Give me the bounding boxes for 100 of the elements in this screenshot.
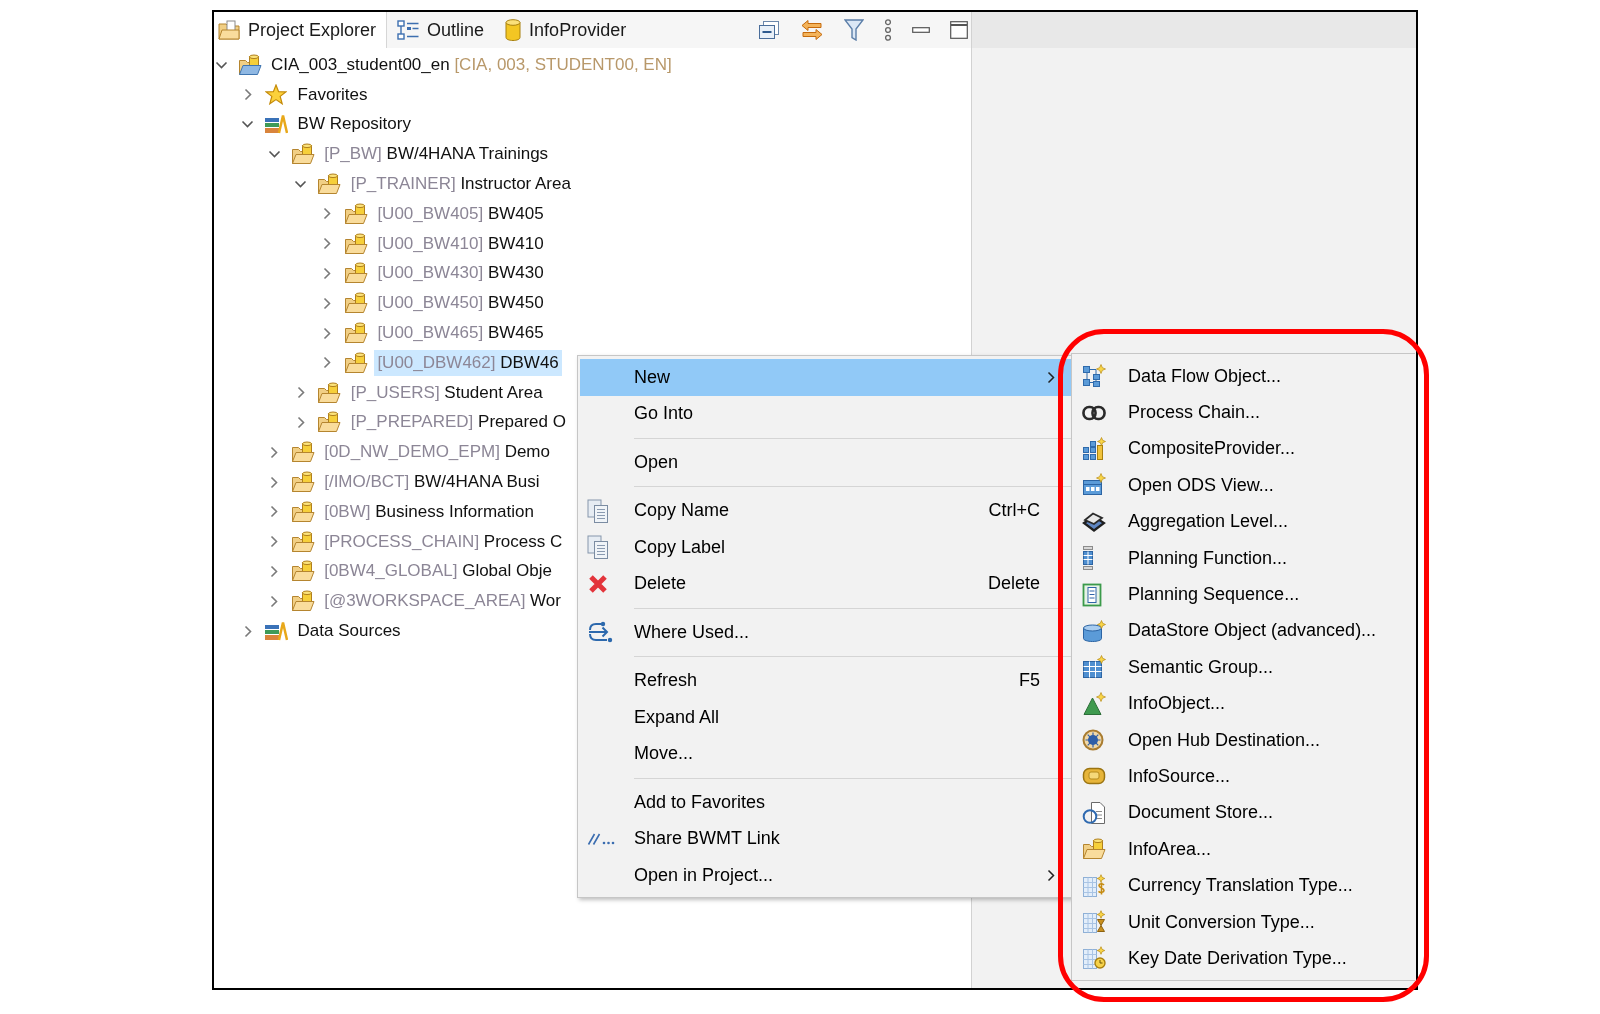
chain-icon [1082, 404, 1106, 421]
menu-item[interactable]: CompositeProvider... [1072, 430, 1415, 468]
chevron-right-icon[interactable] [296, 415, 305, 429]
chevron-down-icon[interactable] [214, 60, 228, 69]
tree-item-label[interactable]: [/IMO/BCT] BW/4HANA Busi [321, 469, 543, 496]
menu-item[interactable]: Share BWMT Link [580, 820, 1072, 857]
table-hourglass-icon [1082, 910, 1106, 935]
menu-item[interactable]: Copy Name Ctrl+C [580, 492, 1072, 529]
folder-database-icon [343, 232, 368, 255]
more-icon[interactable] [884, 19, 892, 41]
menu-item[interactable]: Add to Favorites [580, 784, 1072, 821]
chevron-right-icon[interactable] [296, 386, 305, 400]
tree-item-label[interactable]: [@3WORKSPACE_AREA] Wor [321, 588, 564, 615]
chevron-right-icon[interactable] [243, 88, 252, 102]
menu-item[interactable]: Copy Label [580, 529, 1072, 566]
tree-item-label[interactable]: Favorites [294, 81, 371, 108]
menu-item[interactable]: Data Flow Object... [1072, 358, 1415, 395]
tab[interactable]: InfoProvider [495, 12, 638, 48]
tree-item-label[interactable]: [U00_BW450] BW450 [374, 290, 547, 317]
chevron-right-icon[interactable] [270, 564, 279, 578]
swap-arrows-icon[interactable] [800, 19, 824, 41]
menu-item[interactable]: InfoObject... [1072, 685, 1415, 722]
menu-item[interactable]: Currency Translation Type... [1072, 867, 1415, 904]
filter-icon[interactable] [844, 19, 864, 41]
tree-item-label[interactable]: [P_PREPARED] Prepared O [347, 409, 569, 436]
star-ring-icon [1082, 729, 1104, 752]
star-icon [265, 84, 288, 106]
collapse-icon[interactable] [758, 20, 780, 40]
folder-database-icon [317, 173, 342, 196]
chevron-right-icon[interactable] [323, 356, 332, 370]
folder-database-icon [290, 441, 315, 464]
chevron-right-icon[interactable] [323, 296, 332, 310]
tree-item-label[interactable]: [U00_DBW462] DBW46 [374, 349, 562, 376]
folder-database-icon [317, 381, 342, 404]
menu-item[interactable]: Semantic Group... [1072, 649, 1415, 686]
tree-item-label[interactable]: [P_TRAINER] Instructor Area [347, 171, 574, 198]
chevron-right-icon[interactable] [270, 475, 279, 489]
tree-item-label[interactable]: [0BW] Business Information [321, 498, 537, 525]
chevron-right-icon[interactable] [270, 535, 279, 549]
menu-item[interactable]: Open in Project... [580, 857, 1072, 894]
menu-item[interactable]: Open Hub Destination... [1072, 721, 1415, 759]
chevron-right-icon[interactable] [323, 207, 332, 221]
document-circle-icon [1082, 800, 1106, 825]
copy-icon [587, 535, 609, 560]
menu-item[interactable]: Planning Sequence... [1072, 576, 1415, 613]
column-grid-icon [1082, 546, 1094, 571]
menu-item[interactable]: Go Into [580, 395, 1072, 432]
folder-database-icon [343, 351, 368, 374]
chevron-right-icon[interactable] [323, 237, 332, 251]
menu-item[interactable]: New [580, 359, 1072, 396]
tree-item-label[interactable]: Data Sources [294, 618, 404, 645]
chevron-down-icon[interactable] [294, 180, 308, 189]
tree-item-label[interactable]: [U00_BW405] BW405 [374, 200, 547, 227]
chevron-right-icon[interactable] [270, 594, 279, 608]
menu-item[interactable]: Where Used... [580, 614, 1072, 651]
tree-item-label[interactable]: [P_USERS] Student Area [347, 379, 546, 406]
chevron-right-icon[interactable] [243, 624, 252, 638]
books-icon [264, 114, 289, 135]
tree-item-label[interactable]: [U00_BW430] BW430 [374, 260, 547, 287]
menu-item[interactable]: Refresh F5 [580, 662, 1072, 699]
tree-item-label[interactable]: [0D_NW_DEMO_EPM] Demo [321, 439, 553, 466]
menu-item[interactable]: Key Date Derivation Type... [1072, 940, 1415, 977]
menu-item[interactable]: DataStore Object (advanced)... [1072, 612, 1415, 650]
menu-item[interactable]: Open [580, 444, 1072, 481]
stacked-layers-icon [1082, 510, 1106, 533]
chevron-right-icon[interactable] [323, 326, 332, 340]
tree-item-label[interactable]: [0BW4_GLOBAL] Global Obje [321, 558, 555, 585]
tree-item-label[interactable]: CIA_003_student00_en [CIA, 003, STUDENT00, EN] [268, 51, 675, 78]
tree-item-label[interactable]: [U00_BW410] BW410 [374, 230, 547, 257]
tree-item-label[interactable]: BW Repository [294, 111, 414, 138]
tree-item-label[interactable]: [U00_BW465] BW465 [374, 320, 547, 347]
minimize-icon[interactable] [912, 27, 930, 33]
menu-item[interactable]: Open ODS View... [1072, 467, 1415, 504]
table-dollar-icon [1082, 873, 1106, 898]
chevron-right-icon[interactable] [270, 445, 279, 459]
menu-item[interactable]: Move... [580, 735, 1072, 772]
menu-item[interactable]: Expand All [580, 699, 1072, 736]
menu-item[interactable]: Document Store... [1072, 794, 1415, 832]
menu-item[interactable]: Planning Function... [1072, 539, 1415, 577]
folder-database-icon [290, 143, 315, 166]
chevron-down-icon[interactable] [241, 120, 255, 129]
rounded-block-icon [1082, 766, 1106, 787]
menu-item[interactable]: InfoSource... [1072, 758, 1415, 795]
chevron-down-icon[interactable] [267, 150, 281, 159]
menu-item[interactable]: Aggregation Level... [1072, 503, 1415, 540]
chevron-right-icon[interactable] [270, 505, 279, 519]
menu-item[interactable]: Process Chain... [1072, 394, 1415, 431]
tab[interactable]: Project Explorer [214, 12, 388, 48]
tree-item-label[interactable]: [P_BW] BW/4HANA Trainings [321, 141, 552, 168]
maximize-icon[interactable] [950, 21, 968, 39]
triangle-icon [1082, 691, 1106, 716]
chevron-right-icon[interactable] [323, 266, 332, 280]
books-icon [264, 621, 289, 642]
project-folder-icon [237, 53, 262, 76]
menu-item[interactable]: InfoArea... [1072, 831, 1415, 868]
menu-item[interactable]: Delete Delete [580, 565, 1072, 602]
tree-item-label[interactable]: [PROCESS_CHAIN] Process C [321, 528, 566, 555]
shortcut-label: Delete [987, 573, 1040, 595]
tab[interactable]: Outline [387, 12, 496, 48]
menu-item[interactable]: Unit Conversion Type... [1072, 903, 1415, 941]
